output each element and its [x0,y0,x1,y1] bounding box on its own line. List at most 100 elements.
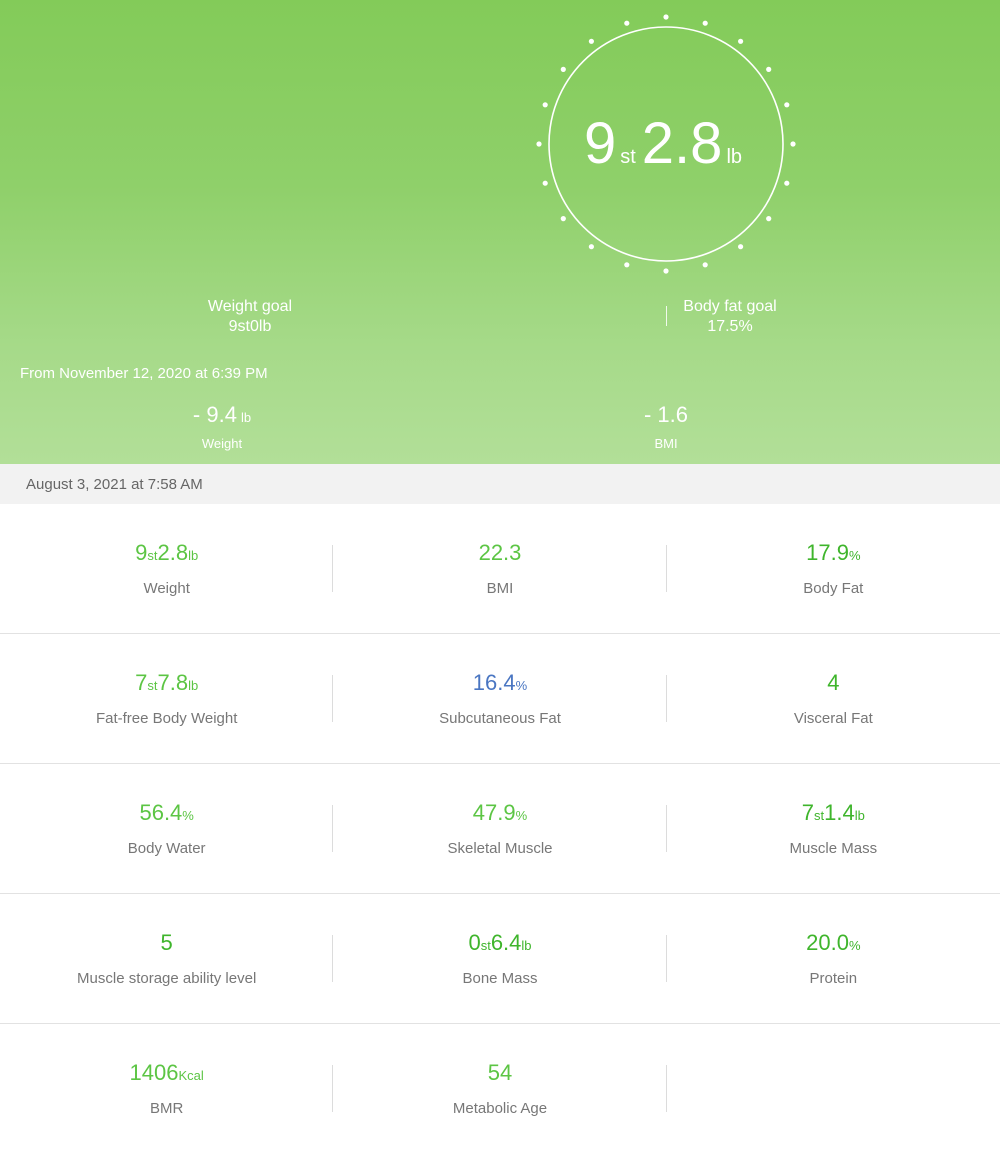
metric-weight-pounds: 2.8 [157,540,189,565]
weight-goal[interactable]: Weight goal 9st0lb [150,297,350,337]
bmi-change: - 1.6 BMI [566,402,766,451]
metric-body-water-label: Body Water [127,840,206,857]
metric-body-water[interactable]: 56.4% Body Water [0,764,334,894]
weight-dial: 9st 2.8 lb [0,0,1000,290]
dial-dot [784,102,790,108]
metric-bone-mass-stones: 0 [468,930,481,955]
metric-muscle-storage[interactable]: 5 Muscle storage ability level [0,894,334,1024]
summary-header: 9st 2.8 lb Weight goal 9st0lb Body fat goa… [0,0,1000,464]
metric-skeletal-unit: % [515,808,528,823]
metric-bmr-value: 1406Kcal [0,1060,333,1086]
metric-bone-mass-pounds-unit: lb [521,938,532,953]
metric-storage-label: Muscle storage ability level [77,970,257,987]
dial-dot [738,244,744,250]
metric-fat-free-value: 7st7.8lb [0,670,333,696]
metrics-row: 7st7.8lb Fat-free Body Weight 16.4% Subc… [0,634,1000,764]
dial-dot [663,268,669,274]
metric-subcutaneous-number: 16.4 [472,670,516,695]
metric-muscle-mass-value: 7st1.4lb [667,800,1000,826]
dial-dot [560,216,566,222]
metric-bone-mass-value: 0st6.4lb [333,930,666,956]
metric-visceral-label: Visceral Fat [793,710,873,727]
metric-metabolic-age[interactable]: 54 Metabolic Age [333,1024,667,1152]
metric-subcutaneous-value: 16.4% [333,670,666,696]
metric-protein-label: Protein [809,970,858,987]
metric-fat-free-label: Fat-free Body Weight [95,710,238,727]
weight-goal-label: Weight goal [207,298,293,315]
weight-goal-value: 9st0lb [228,318,272,335]
dial-dot [738,38,744,44]
metric-body-fat-value: 17.9% [667,540,1000,566]
metric-metabolic-age-value: 54 [333,1060,666,1086]
metric-muscle-mass-pounds: 1.4 [824,800,855,825]
metric-protein-unit: % [848,938,861,953]
weight-change: - 9.4 lb Weight [122,402,322,451]
metric-bone-mass-stones-unit: st [480,938,491,953]
metric-metabolic-age-label: Metabolic Age [452,1100,548,1117]
metric-bone-mass[interactable]: 0st6.4lb Bone Mass [333,894,667,1024]
metric-weight-stones-unit: st [147,548,158,563]
metric-weight-pounds-unit: lb [188,548,199,563]
dial-ring [536,14,796,274]
metric-fat-free-weight[interactable]: 7st7.8lb Fat-free Body Weight [0,634,334,764]
metric-bmi[interactable]: 22.3 BMI [333,504,667,634]
metric-fat-free-stones: 7 [135,670,148,695]
metric-body-fat-unit: % [848,548,861,563]
metrics-row: 9st2.8lb Weight 22.3 BMI 17.9% Body Fat [0,504,1000,634]
metric-protein-value: 20.0% [667,930,1000,956]
bmi-change-label: BMI [654,436,678,451]
current-weight: 9st 2.8 lb [548,110,784,177]
metrics-row: 1406Kcal BMR 54 Metabolic Age [0,1024,1000,1152]
metric-bmi-label: BMI [486,580,514,597]
dial-dot [663,14,669,20]
dial-dot [702,262,708,268]
metric-muscle-mass-stones-unit: st [814,808,825,823]
dial-dot [784,180,790,186]
metric-empty [667,1024,1000,1152]
metric-skeletal-number: 47.9 [472,800,516,825]
metric-bmr-label: BMR [149,1100,184,1117]
dial-dot [790,141,796,147]
current-weight-stones-unit: st [620,146,636,168]
metric-body-water-number: 56.4 [139,800,183,825]
metric-visceral-number: 4 [827,670,840,695]
metric-visceral-fat[interactable]: 4 Visceral Fat [667,634,1000,764]
metric-metabolic-age-number: 54 [487,1060,513,1085]
body-fat-goal-value: 17.5% [707,318,753,335]
metric-bone-mass-label: Bone Mass [462,970,538,987]
metrics-grid: 9st2.8lb Weight 22.3 BMI 17.9% Body Fat … [0,504,1000,1152]
metric-muscle-mass[interactable]: 7st1.4lb Muscle Mass [667,764,1000,894]
metric-muscle-mass-pounds-unit: lb [854,808,865,823]
dial-dot [766,216,772,222]
current-weight-pounds-unit: lb [726,146,743,168]
dial-dot [766,66,772,72]
weight-change-unit: lb [240,410,252,425]
metric-skeletal-muscle[interactable]: 47.9% Skeletal Muscle [333,764,667,894]
metric-subcutaneous-label: Subcutaneous Fat [439,710,561,727]
metric-subcutaneous-fat[interactable]: 16.4% Subcutaneous Fat [333,634,667,764]
current-weight-pounds: 2.8 [641,111,723,176]
metric-subcutaneous-unit: % [515,678,528,693]
current-weight-stones: 9 [583,111,617,176]
dial-dot [588,244,595,250]
metric-bmi-value: 22.3 [333,540,666,566]
comparison-start-date: From November 12, 2020 at 6:39 PM [20,365,268,382]
dial-dot [542,102,548,108]
metric-weight[interactable]: 9st2.8lb Weight [0,504,334,634]
body-fat-goal[interactable]: Body fat goal 17.5% [630,297,830,337]
metric-visceral-value: 4 [667,670,1000,696]
metric-bmr[interactable]: 1406Kcal BMR [0,1024,334,1152]
metric-fat-free-stones-unit: st [147,678,158,693]
metric-protein[interactable]: 20.0% Protein [667,894,1000,1024]
dial-dot [560,66,566,72]
metric-skeletal-value: 47.9% [333,800,666,826]
measurement-date: August 3, 2021 at 7:58 AM [0,464,1000,504]
dial-dot [588,38,595,44]
metric-muscle-mass-stones: 7 [801,800,815,825]
dial-dot [542,180,548,186]
metric-fat-free-pounds: 7.8 [157,670,189,695]
metric-body-water-unit: % [182,808,194,823]
metric-body-fat[interactable]: 17.9% Body Fat [667,504,1000,634]
dial-dot [624,262,630,268]
dial-dot [624,20,630,26]
